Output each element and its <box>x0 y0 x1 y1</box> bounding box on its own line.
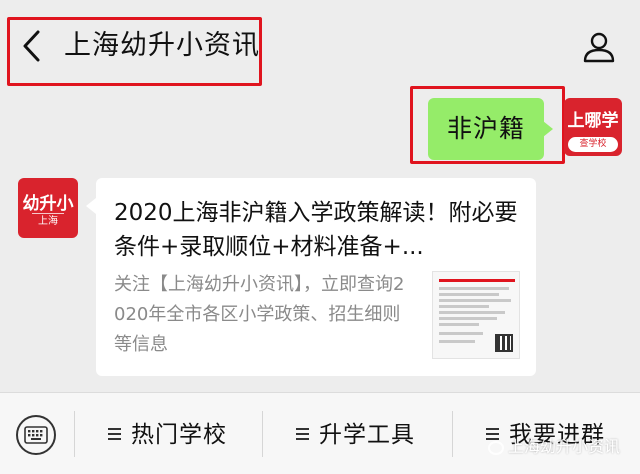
qr-code-icon <box>495 334 513 352</box>
self-avatar[interactable]: 上哪学 查学校 <box>564 98 622 156</box>
avatar-sub-text: 上海 <box>32 213 64 229</box>
menu-item-label: 热门学校 <box>131 422 227 448</box>
menu-lines-icon <box>296 427 309 440</box>
user-profile-icon[interactable] <box>582 30 616 64</box>
card-tail <box>86 198 96 214</box>
self-avatar-subtext: 查学校 <box>568 137 618 152</box>
watermark-text: 上海幼升小资讯 <box>508 437 621 456</box>
article-thumbnail <box>432 271 520 359</box>
title-highlight-box <box>7 17 262 86</box>
keyboard-icon[interactable] <box>16 415 56 455</box>
menu-divider <box>74 411 75 457</box>
article-description: 关注【上海幼升小资讯】，立即查询2020年全市各区小学政策、招生细则等信息 <box>114 274 405 355</box>
menu-lines-icon <box>108 427 121 440</box>
article-card[interactable]: 2020上海非沪籍入学政策解读！附必要条件+录取顺位+材料准备+... 关注【上… <box>96 178 536 376</box>
menu-divider <box>452 411 453 457</box>
article-title: 2020上海非沪籍入学政策解读！附必要条件+录取顺位+材料准备+... <box>114 200 518 260</box>
sent-highlight-box <box>410 86 565 164</box>
avatar-main-text: 幼升小 <box>22 194 74 214</box>
menu-item-label: 升学工具 <box>319 422 415 448</box>
self-avatar-text: 上哪学 <box>567 111 619 131</box>
menu-divider <box>262 411 263 457</box>
official-account-avatar[interactable]: 幼升小 上海 <box>18 178 78 238</box>
wechat-logo-icon <box>488 440 504 455</box>
menu-item-hot-schools[interactable]: 热门学校 <box>108 417 227 453</box>
watermark: 上海幼升小资讯 <box>488 433 620 457</box>
menu-item-tools[interactable]: 升学工具 <box>296 417 415 453</box>
